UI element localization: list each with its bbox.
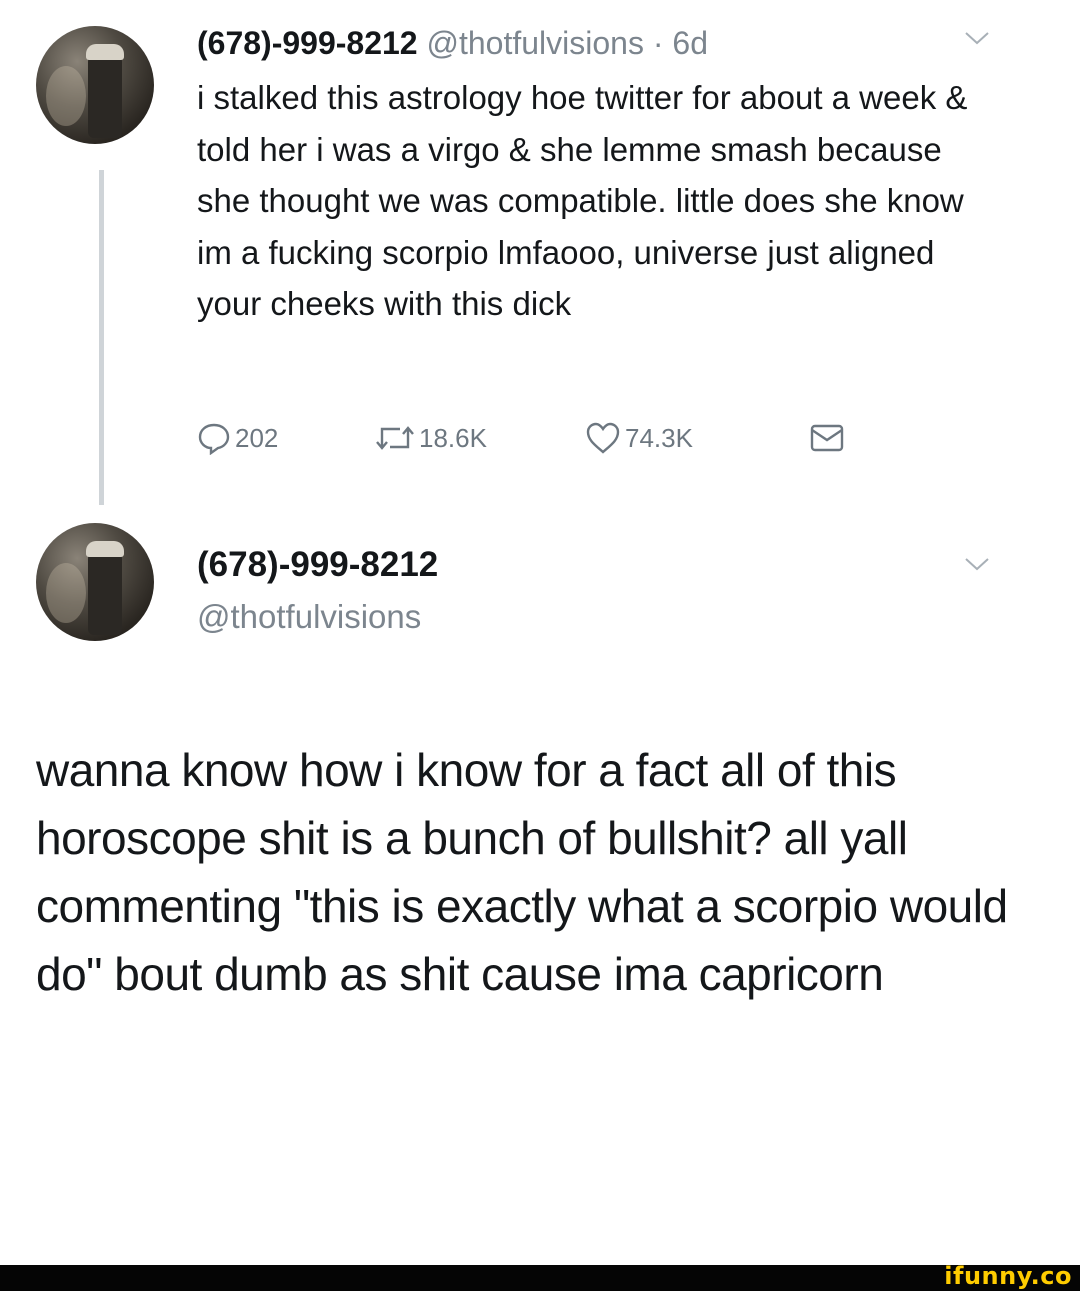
retweet-icon bbox=[375, 421, 415, 455]
ifunny-watermark: ifunny.co bbox=[944, 1262, 1072, 1290]
footer-bar bbox=[0, 1265, 1080, 1291]
handle[interactable]: @thotfulvisions bbox=[426, 25, 643, 61]
retweet-count: 18.6K bbox=[419, 422, 487, 453]
like-button[interactable]: 74.3K bbox=[585, 416, 693, 460]
like-icon bbox=[585, 421, 621, 455]
reply-header: (678)-999-8212 @thotfulvisions bbox=[197, 544, 438, 638]
direct-message-icon bbox=[809, 422, 845, 454]
reply-button[interactable]: 202 bbox=[197, 416, 278, 460]
handle[interactable]: @thotfulvisions bbox=[197, 596, 438, 638]
chevron-down-icon[interactable] bbox=[964, 22, 990, 53]
timestamp[interactable]: 6d bbox=[672, 25, 708, 61]
reply-icon bbox=[197, 421, 231, 455]
like-count: 74.3K bbox=[625, 422, 693, 453]
avatar[interactable] bbox=[36, 523, 154, 641]
thread-line bbox=[99, 170, 104, 505]
tweet-actions: 202 18.6K 74.3K bbox=[197, 416, 877, 460]
reply-count: 202 bbox=[235, 422, 279, 453]
display-name[interactable]: (678)-999-8212 bbox=[197, 25, 418, 61]
separator: · bbox=[643, 25, 673, 61]
tweet-text: i stalked this astrology hoe twitter for… bbox=[197, 79, 968, 322]
avatar[interactable] bbox=[36, 26, 154, 144]
chevron-down-icon[interactable] bbox=[964, 548, 990, 579]
direct-message-button[interactable] bbox=[809, 416, 845, 460]
retweet-button[interactable]: 18.6K bbox=[375, 416, 487, 460]
tweet-header: (678)-999-8212 @thotfulvisions · 6d bbox=[197, 23, 708, 63]
display-name[interactable]: (678)-999-8212 bbox=[197, 544, 438, 586]
reply-text: wanna know how i know for a fact all of … bbox=[36, 744, 1008, 1000]
